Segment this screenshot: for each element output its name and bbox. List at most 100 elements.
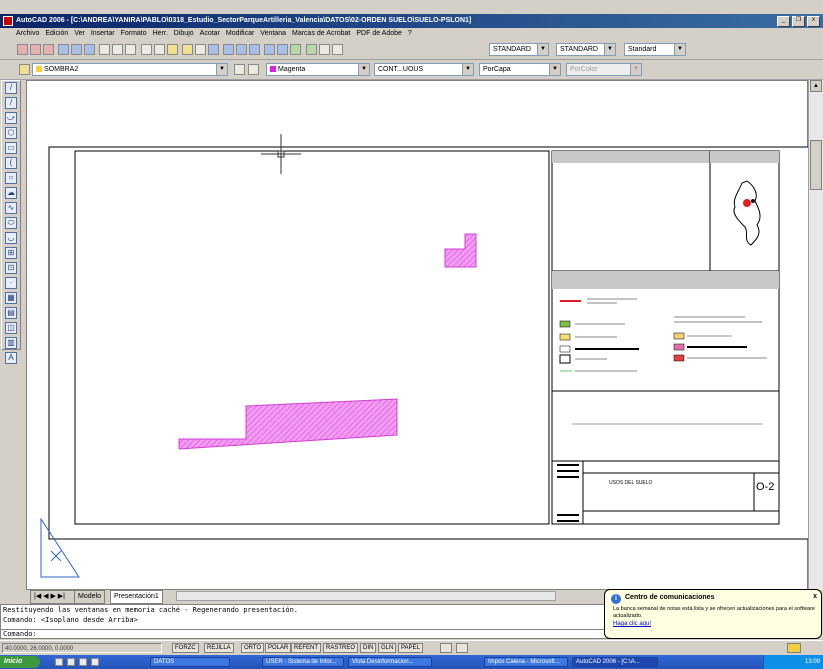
- menu-marcas-acrobat[interactable]: Marcas de Acrobat: [292, 28, 350, 40]
- zoom-realtime-icon[interactable]: [207, 44, 219, 55]
- status-forzc[interactable]: FORZC: [172, 643, 199, 653]
- help-icon[interactable]: [331, 44, 343, 55]
- taskbar-item-user[interactable]: USER - Sistema de Infor...: [262, 657, 344, 667]
- chevron-down-icon[interactable]: ▼: [630, 64, 641, 75]
- status-orto[interactable]: ORTO: [241, 643, 265, 653]
- line-icon[interactable]: /: [5, 82, 17, 94]
- multiline-text-icon[interactable]: A: [5, 352, 17, 364]
- color-select[interactable]: Magenta ▼: [266, 63, 370, 76]
- status-rejilla[interactable]: REJILLA: [204, 643, 234, 653]
- menu-acotar[interactable]: Acotar: [200, 28, 220, 40]
- text-style-select[interactable]: STANDARD ▼: [489, 43, 549, 56]
- chevron-down-icon[interactable]: ▼: [216, 64, 227, 75]
- chevron-down-icon[interactable]: ▼: [358, 64, 369, 75]
- new-icon[interactable]: [17, 44, 28, 55]
- chevron-down-icon[interactable]: ▼: [549, 64, 560, 75]
- copy-icon[interactable]: [112, 44, 124, 55]
- construction-line-icon[interactable]: /: [5, 97, 17, 109]
- quicklaunch-desktop-icon[interactable]: [67, 658, 75, 666]
- clock[interactable]: 13:09: [805, 659, 820, 665]
- ellipse-icon[interactable]: ⬭: [5, 217, 17, 229]
- status-refent[interactable]: REFENT: [291, 643, 321, 653]
- menu-pdf-adobe[interactable]: PDF de Adobe: [356, 28, 402, 40]
- tool-palettes-icon[interactable]: [277, 44, 289, 55]
- menu-formato[interactable]: Formato: [121, 28, 147, 40]
- markup-icon[interactable]: [305, 44, 317, 55]
- insert-block-icon[interactable]: ⊞: [5, 247, 17, 259]
- polyline-icon[interactable]: ⤻: [5, 112, 17, 124]
- vertical-scrollbar[interactable]: ▲: [808, 80, 823, 590]
- notification-balloon[interactable]: i Centro de comunicaciones x La banca se…: [604, 589, 822, 639]
- block-editor-icon[interactable]: [153, 44, 165, 55]
- point-icon[interactable]: ·: [5, 277, 17, 289]
- scroll-thumb[interactable]: [810, 140, 822, 190]
- scroll-up-icon[interactable]: ▲: [810, 80, 822, 92]
- chevron-down-icon[interactable]: ▼: [674, 44, 685, 55]
- undo-icon[interactable]: [166, 44, 178, 55]
- chevron-down-icon[interactable]: ▼: [604, 44, 615, 55]
- publish-icon[interactable]: [84, 44, 96, 55]
- quicklaunch-media-icon[interactable]: [91, 658, 99, 666]
- menu-modificar[interactable]: Modificar: [226, 28, 254, 40]
- maximize-viewport-icon[interactable]: [440, 643, 452, 653]
- circle-icon[interactable]: ○: [5, 172, 17, 184]
- quicklaunch-explorer-icon[interactable]: [79, 658, 87, 666]
- design-center-icon[interactable]: [264, 44, 276, 55]
- plot-preview-icon[interactable]: [71, 44, 83, 55]
- match-properties-icon[interactable]: [140, 44, 152, 55]
- menu-dibujo[interactable]: Dibujo: [174, 28, 194, 40]
- menu-ventana[interactable]: Ventana: [260, 28, 286, 40]
- status-rastreo[interactable]: RASTREO: [323, 643, 359, 653]
- minimize-button[interactable]: _: [777, 16, 790, 27]
- ellipse-arc-icon[interactable]: ◡: [5, 232, 17, 244]
- menu-archivo[interactable]: Archivo: [16, 28, 39, 40]
- chevron-down-icon[interactable]: ▼: [462, 64, 473, 75]
- print-icon[interactable]: [58, 44, 70, 55]
- tab-presentacion1[interactable]: Presentación1: [110, 590, 163, 604]
- lineweight-select[interactable]: PorCapa ▼: [479, 63, 561, 76]
- open-icon[interactable]: [30, 44, 41, 55]
- command-input[interactable]: Comando:: [0, 629, 610, 639]
- comm-center-icon[interactable]: [456, 643, 468, 653]
- region-icon[interactable]: ◫: [5, 322, 17, 334]
- linetype-select[interactable]: CONT...UOUS ▼: [374, 63, 474, 76]
- tab-modelo[interactable]: Modelo: [74, 590, 105, 604]
- restore-button[interactable]: ❐: [792, 16, 805, 27]
- menu-ver[interactable]: Ver: [74, 28, 85, 40]
- save-icon[interactable]: [43, 44, 54, 55]
- zoom-window-icon[interactable]: [223, 44, 235, 55]
- hatch-icon[interactable]: ▦: [5, 292, 17, 304]
- status-gln[interactable]: GLN: [378, 643, 397, 653]
- arc-icon[interactable]: (: [5, 157, 17, 169]
- make-current-icon[interactable]: [234, 64, 245, 75]
- horizontal-scrollbar[interactable]: [176, 591, 556, 601]
- revision-cloud-icon[interactable]: ☁: [5, 187, 17, 199]
- paste-icon[interactable]: [125, 44, 137, 55]
- gradient-icon[interactable]: ▤: [5, 307, 17, 319]
- calculator-icon[interactable]: [318, 44, 330, 55]
- taskbar-item-autocad[interactable]: AutoCAD 2006 - [C:\A...: [572, 657, 658, 667]
- menu-insertar[interactable]: Insertar: [91, 28, 115, 40]
- balloon-link[interactable]: Haga clic aquí: [613, 621, 651, 627]
- taskbar-item-word[interactable]: Impos Calena - Microsoft...: [484, 657, 568, 667]
- status-din[interactable]: DIN: [360, 643, 377, 653]
- redo-icon[interactable]: [181, 44, 193, 55]
- close-button[interactable]: x: [807, 16, 820, 27]
- autocad-app-icon[interactable]: [3, 16, 13, 26]
- layer-manager-icon[interactable]: [19, 64, 30, 75]
- drawing-canvas[interactable]: USOS DEL SUELO O-2: [26, 80, 810, 590]
- table-style-select[interactable]: Standard ▼: [624, 43, 686, 56]
- menu-herramientas[interactable]: Herr.: [153, 28, 168, 40]
- chevron-down-icon[interactable]: ▼: [537, 44, 548, 55]
- properties-icon[interactable]: [249, 44, 261, 55]
- make-block-icon[interactable]: ⊡: [5, 262, 17, 274]
- coordinates-readout[interactable]: 40.0000, 26.0000, 0.0000: [2, 643, 162, 653]
- status-papel[interactable]: PAPEL: [398, 643, 423, 653]
- tab-nav-arrows[interactable]: |◀ ◀ ▶ ▶|: [30, 590, 78, 604]
- start-button[interactable]: Inicio: [0, 656, 40, 668]
- dim-style-select[interactable]: STANDARD ▼: [556, 43, 616, 56]
- taskbar-item-datos[interactable]: DATOS: [150, 657, 230, 667]
- quicklaunch-ie-icon[interactable]: [55, 658, 63, 666]
- sheet-set-icon[interactable]: [290, 44, 302, 55]
- menu-edicion[interactable]: Edición: [45, 28, 68, 40]
